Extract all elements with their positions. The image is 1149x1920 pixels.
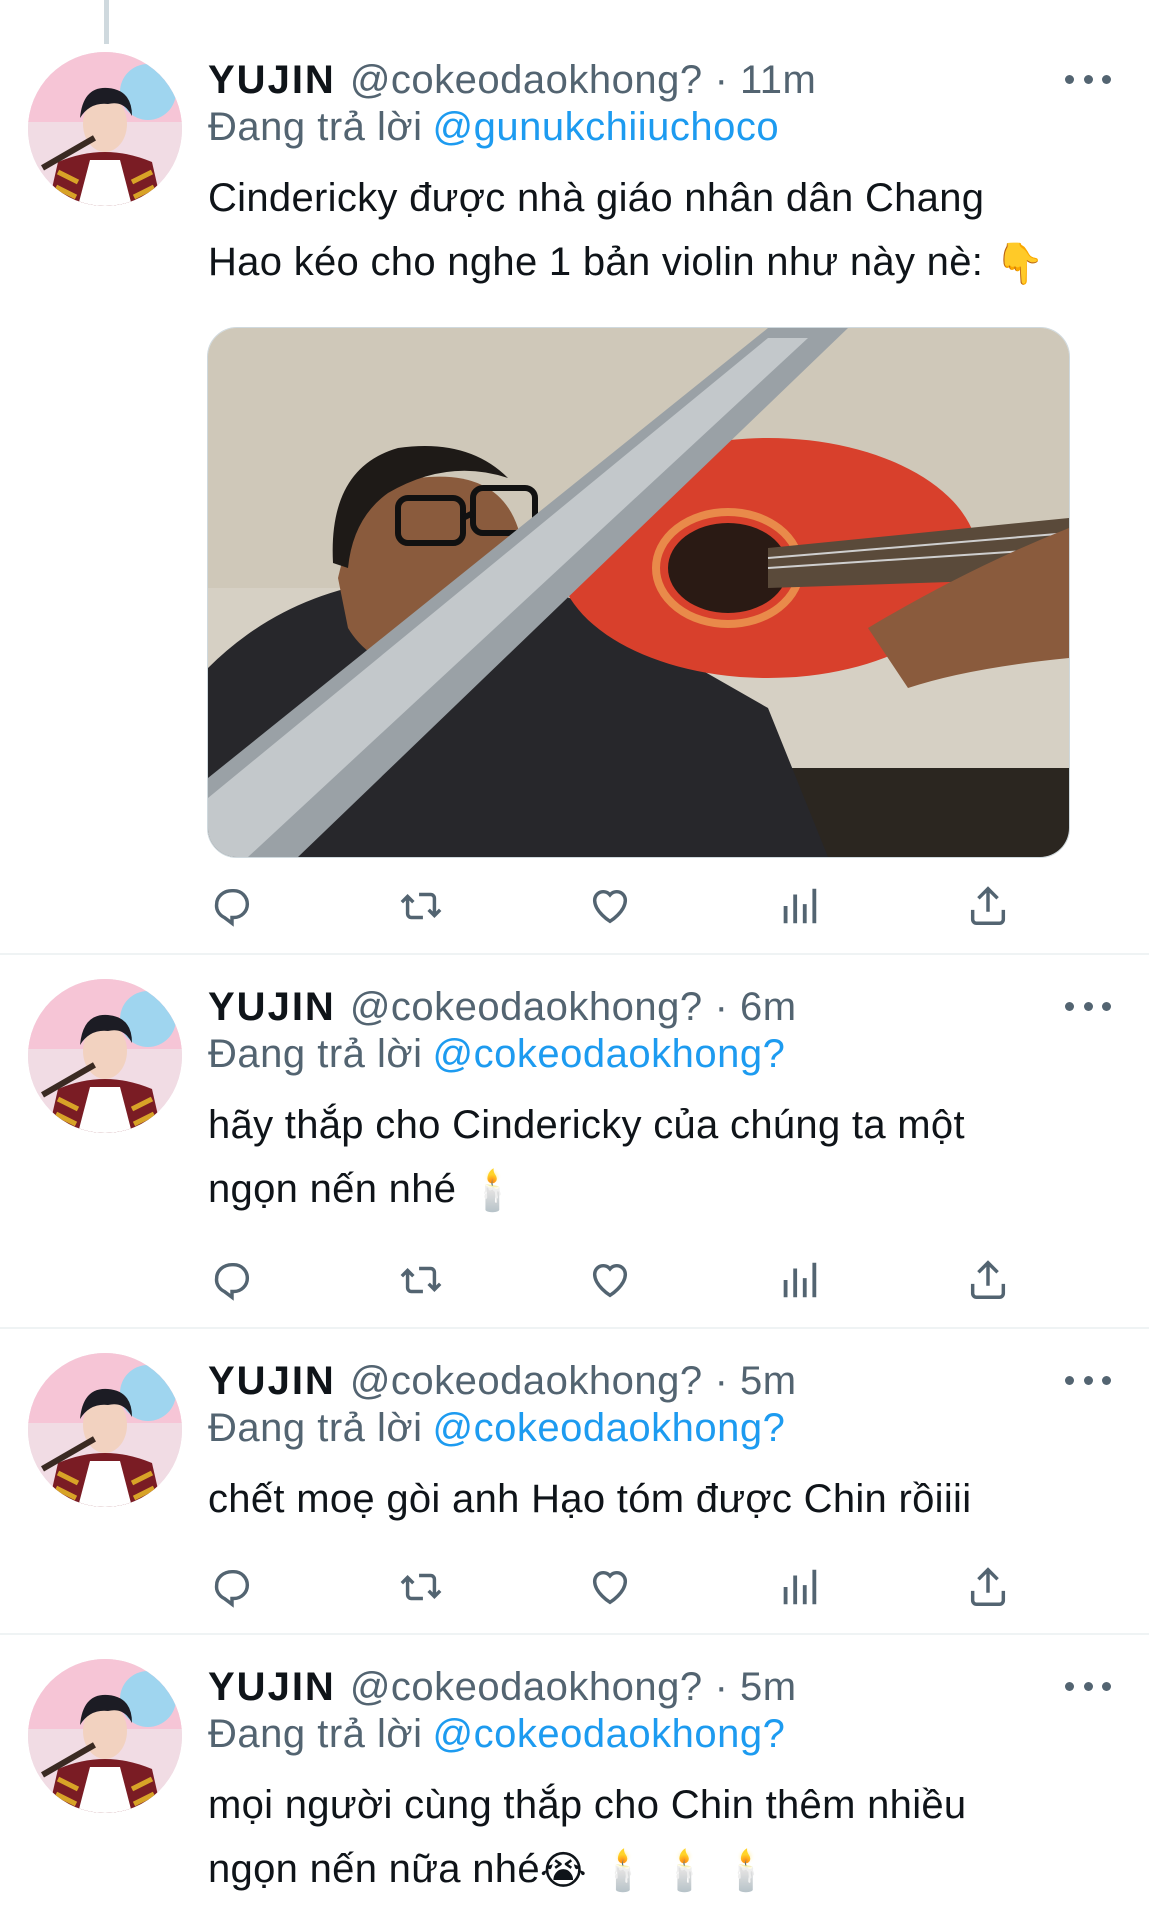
avatar[interactable] bbox=[28, 979, 182, 1133]
tweet-text: Cindericky được nhà giáo nhân dân Chang … bbox=[208, 166, 1108, 296]
reply-to-link[interactable]: @gunukchiiuchoco bbox=[433, 105, 780, 149]
reply-to-link[interactable]: @cokeodaokhong? bbox=[433, 1406, 786, 1450]
tweet-text-line: Cindericky được nhà giáo nhân dân Chang bbox=[208, 176, 985, 220]
avatar[interactable] bbox=[28, 1659, 182, 1813]
timestamp[interactable]: 6m bbox=[740, 985, 797, 1030]
tweet-header: YUJIN @cokeodaokhong? · 11m bbox=[208, 55, 816, 105]
tweet-actions bbox=[0, 1559, 1149, 1615]
user-handle[interactable]: @cokeodaokhong? bbox=[350, 985, 703, 1030]
more-icon[interactable] bbox=[1065, 69, 1111, 89]
tweet-2[interactable]: YUJIN @cokeodaokhong? · 6m Đang trả lời @… bbox=[0, 955, 1149, 1329]
reply-prefix: Đang trả lời bbox=[208, 1406, 423, 1450]
timestamp[interactable]: 5m bbox=[740, 1359, 797, 1404]
views-icon[interactable] bbox=[771, 878, 827, 934]
display-name[interactable]: YUJIN bbox=[208, 58, 336, 103]
tweet-media-photo[interactable] bbox=[207, 327, 1070, 858]
tweet-text-line: mọi người cùng thắp cho Chin thêm nhiều bbox=[208, 1783, 967, 1827]
tweet-text: hãy thắp cho Cindericky của chúng ta một… bbox=[208, 1093, 1108, 1223]
share-icon[interactable] bbox=[960, 1559, 1016, 1615]
tweet-actions bbox=[0, 1252, 1149, 1308]
display-name[interactable]: YUJIN bbox=[208, 1359, 336, 1404]
tweet-3[interactable]: YUJIN @cokeodaokhong? · 5m Đang trả lời @… bbox=[0, 1329, 1149, 1635]
views-icon[interactable] bbox=[771, 1252, 827, 1308]
tweet-header: YUJIN @cokeodaokhong? · 6m bbox=[208, 982, 797, 1032]
reply-prefix: Đang trả lời bbox=[208, 1712, 423, 1756]
more-icon[interactable] bbox=[1065, 1676, 1111, 1696]
tweet-header: YUJIN @cokeodaokhong? · 5m bbox=[208, 1356, 797, 1406]
reply-to-link[interactable]: @cokeodaokhong? bbox=[433, 1032, 786, 1076]
separator-dot: · bbox=[714, 1664, 728, 1709]
views-icon[interactable] bbox=[771, 1559, 827, 1615]
user-handle[interactable]: @cokeodaokhong? bbox=[350, 1665, 703, 1710]
reply-icon[interactable] bbox=[204, 1252, 260, 1308]
separator-dot: · bbox=[714, 984, 728, 1029]
retweet-icon[interactable] bbox=[393, 1559, 449, 1615]
candle-emoji: 🕯️ bbox=[467, 1169, 518, 1214]
tweet-text-line: chết moẹ gòi anh Hạo tóm được Chin rồiii… bbox=[208, 1477, 972, 1521]
display-name[interactable]: YUJIN bbox=[208, 1665, 336, 1710]
avatar-image bbox=[28, 1659, 182, 1813]
heart-icon[interactable] bbox=[582, 878, 638, 934]
user-handle[interactable]: @cokeodaokhong? bbox=[350, 1359, 703, 1404]
crying-candle-emoji: 😭 🕯️ 🕯️ 🕯️ bbox=[539, 1849, 772, 1894]
avatar-image bbox=[28, 979, 182, 1133]
heart-icon[interactable] bbox=[582, 1559, 638, 1615]
avatar[interactable] bbox=[28, 52, 182, 206]
reply-context: Đang trả lời @cokeodaokhong? bbox=[208, 1712, 785, 1757]
tweet-actions bbox=[0, 878, 1149, 934]
tweet-text-line: hãy thắp cho Cindericky của chúng ta một bbox=[208, 1103, 965, 1147]
tweet-text-line: ngọn nến nhé bbox=[208, 1167, 457, 1211]
reply-context: Đang trả lời @cokeodaokhong? bbox=[208, 1406, 785, 1451]
retweet-icon[interactable] bbox=[393, 1252, 449, 1308]
tweet-text-line: Hao kéo cho nghe 1 bản violin như này nè… bbox=[208, 240, 984, 284]
separator-dot: · bbox=[714, 57, 728, 102]
avatar[interactable] bbox=[28, 1353, 182, 1507]
reply-icon[interactable] bbox=[204, 1559, 260, 1615]
heart-icon[interactable] bbox=[582, 1252, 638, 1308]
reply-prefix: Đang trả lời bbox=[208, 1032, 423, 1076]
display-name[interactable]: YUJIN bbox=[208, 985, 336, 1030]
separator-dot: · bbox=[714, 1358, 728, 1403]
tweet-text: mọi người cùng thắp cho Chin thêm nhiều … bbox=[208, 1773, 1108, 1903]
tweet-text: chết moẹ gòi anh Hạo tóm được Chin rồiii… bbox=[208, 1467, 1108, 1531]
reply-context: Đang trả lời @cokeodaokhong? bbox=[208, 1032, 785, 1077]
tweet-header: YUJIN @cokeodaokhong? · 5m bbox=[208, 1662, 797, 1712]
reply-context: Đang trả lời @gunukchiiuchoco bbox=[208, 105, 779, 150]
timestamp[interactable]: 5m bbox=[740, 1665, 797, 1710]
tweet-4[interactable]: YUJIN @cokeodaokhong? · 5m Đang trả lời @… bbox=[0, 1635, 1149, 1920]
share-icon[interactable] bbox=[960, 878, 1016, 934]
photo-man-guitar-saw bbox=[208, 328, 1069, 857]
tweet-1[interactable]: YUJIN @cokeodaokhong? · 11m Đang trả lời… bbox=[0, 0, 1149, 955]
more-icon[interactable] bbox=[1065, 1370, 1111, 1390]
avatar-image bbox=[28, 52, 182, 206]
reply-prefix: Đang trả lời bbox=[208, 105, 423, 149]
user-handle[interactable]: @cokeodaokhong? bbox=[350, 58, 703, 103]
tweet-text-line: ngọn nến nữa nhé bbox=[208, 1847, 540, 1891]
timestamp[interactable]: 11m bbox=[740, 58, 816, 103]
retweet-icon[interactable] bbox=[393, 878, 449, 934]
avatar-image bbox=[28, 1353, 182, 1507]
more-icon[interactable] bbox=[1065, 996, 1111, 1016]
share-icon[interactable] bbox=[960, 1252, 1016, 1308]
pointing-down-emoji: 👇 bbox=[994, 242, 1045, 287]
reply-icon[interactable] bbox=[204, 878, 260, 934]
reply-to-link[interactable]: @cokeodaokhong? bbox=[433, 1712, 786, 1756]
